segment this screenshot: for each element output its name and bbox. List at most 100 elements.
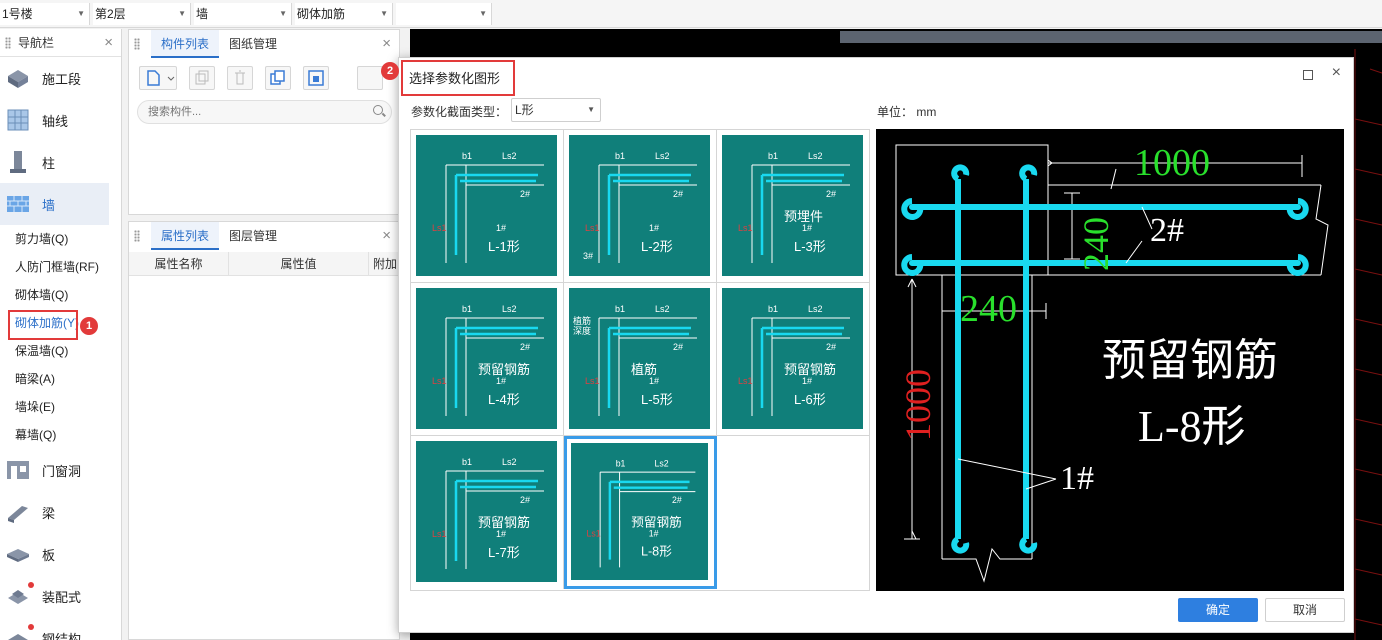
- axis-grid-icon: [6, 108, 30, 132]
- thumb-label: 预埋件: [784, 209, 823, 224]
- rebar-diagram-icon: b1 Ls2 2# 1# Ls1 3# L-2形: [583, 151, 697, 263]
- drag-grip-icon[interactable]: [134, 230, 140, 242]
- close-icon[interactable]: ×: [382, 222, 391, 250]
- thumb-label: L-8形: [641, 545, 672, 559]
- shape-option[interactable]: b1 Ls2 2# 1# Ls1 3# L-2形: [564, 130, 717, 283]
- highlight-box-1: [8, 310, 78, 340]
- maximize-icon[interactable]: [1303, 70, 1313, 80]
- nav-item-steel-structure[interactable]: 钢结构: [0, 617, 121, 640]
- shape-option[interactable]: b1 Ls2 2# 1# Ls1 预留钢筋 L-8形: [564, 436, 717, 589]
- component-list-panel: 构件列表 图纸管理 ×: [128, 29, 400, 215]
- rebar-diagram-icon: b1 Ls2 2# 1# Ls1 L-1形: [432, 151, 544, 263]
- col-property-name: 属性名称: [129, 252, 229, 275]
- thumb-label: 2#: [672, 495, 682, 505]
- shape-option[interactable]: b1 Ls2 2# 1# Ls1 植筋 深度 植筋 L-5形: [564, 283, 717, 436]
- nav-item-slab[interactable]: 板: [0, 533, 121, 575]
- thumb-label: Ls2: [502, 457, 517, 467]
- shape-option[interactable]: b1 Ls2 2# 1# Ls1 L-1形: [411, 130, 564, 283]
- thumb-label: L-7形: [488, 545, 520, 560]
- nav-header: 导航栏 ×: [0, 29, 121, 57]
- copy-to-floor-button[interactable]: [265, 66, 291, 90]
- shape-preview: 1000 240 240 1000 2# 1# 预留钢筋 L-8形: [876, 129, 1344, 591]
- building-select[interactable]: 1号楼 ▼: [0, 3, 90, 25]
- search-input[interactable]: [148, 101, 368, 123]
- unit-label: 单位： mm: [877, 105, 937, 119]
- layer-copy-button[interactable]: [303, 66, 329, 90]
- shape-option[interactable]: b1 Ls2 2# 1# Ls1 预留钢筋 L-6形: [717, 283, 870, 436]
- nav-item-door-window[interactable]: 门窗洞: [0, 449, 121, 491]
- close-icon[interactable]: ×: [104, 29, 113, 57]
- slab-icon: [6, 542, 30, 566]
- component-type-select[interactable]: 砌体加筋 ▼: [295, 3, 393, 25]
- thumb-label: b1: [616, 458, 626, 468]
- thumb-label: 1#: [802, 376, 812, 386]
- copy-component-button[interactable]: [189, 66, 215, 90]
- shape-thumbnail: b1 Ls2 2# 1# Ls1 预留钢筋 L-6形: [722, 288, 863, 429]
- thumb-label: L-2形: [641, 239, 673, 254]
- preview-dim-vertical-240: 240: [1076, 217, 1116, 271]
- shape-option[interactable]: b1 Ls2 2# 1# Ls1 预留钢筋 L-7形: [411, 436, 564, 589]
- section-type-label: 参数化截面类型：: [411, 105, 508, 119]
- nav-item-axis[interactable]: 轴线: [0, 99, 121, 141]
- sub-item-wall-pier[interactable]: 墙垛(E): [0, 393, 121, 421]
- sub-item-civil-defense-wall[interactable]: 人防门框墙(RF): [0, 253, 121, 281]
- preview-rebar-1: 1#: [1060, 460, 1094, 497]
- thumb-label: 2#: [826, 189, 836, 199]
- thumb-label: b1: [462, 457, 472, 467]
- shape-option[interactable]: b1 Ls2 2# 1# Ls1 预埋件 L-3形: [717, 130, 870, 283]
- floor-select[interactable]: 第2层 ▼: [93, 3, 191, 25]
- delete-component-button[interactable]: [227, 66, 253, 90]
- component-name-select[interactable]: ▼: [396, 3, 492, 25]
- cancel-button[interactable]: 取消: [1265, 598, 1345, 622]
- thumb-label: 预留钢筋: [784, 362, 836, 377]
- drag-grip-icon[interactable]: [134, 38, 140, 50]
- sub-item-hidden-beam[interactable]: 暗梁(A): [0, 365, 121, 393]
- category-select[interactable]: 墙 ▼: [194, 3, 292, 25]
- rebar-diagram-icon: b1 Ls2 2# 1# Ls1 预留钢筋 L-8形: [587, 458, 696, 568]
- thumb-label: L-1形: [488, 239, 520, 254]
- sub-item-curtain-wall[interactable]: 幕墙(Q): [0, 421, 121, 449]
- shape-thumbnail: b1 Ls2 2# 1# Ls1 L-1形: [416, 135, 557, 276]
- thumb-label: b1: [615, 151, 625, 161]
- section-type-select[interactable]: L形 ▼: [511, 98, 601, 122]
- thumb-label: 1#: [496, 376, 506, 386]
- nav-item-wall[interactable]: 墙: [0, 183, 109, 225]
- new-component-button[interactable]: [139, 66, 177, 90]
- chevron-down-icon: ▼: [587, 105, 595, 114]
- thumb-label: 2#: [520, 342, 530, 352]
- thumb-label: 深度: [573, 325, 591, 336]
- tab-layer-management[interactable]: 图层管理: [219, 222, 287, 250]
- property-table-header: 属性名称 属性值 附加: [129, 252, 401, 276]
- tab-component-list[interactable]: 构件列表: [151, 30, 220, 58]
- drag-grip-icon[interactable]: [5, 37, 11, 49]
- shape-thumbnail: b1 Ls2 2# 1# Ls1 预留钢筋 L-4形: [416, 288, 557, 429]
- ok-button[interactable]: 确定: [1178, 598, 1258, 622]
- close-icon[interactable]: ×: [1332, 64, 1341, 82]
- nav-item-construction-stage[interactable]: 施工段: [0, 57, 121, 99]
- sub-item-masonry-wall[interactable]: 砌体墙(Q): [0, 281, 121, 309]
- rebar-diagram-icon: b1 Ls22#1#Ls1植筋深度植筋L-5形: [573, 304, 697, 416]
- thumb-label: 1#: [496, 223, 506, 233]
- thumb-label: L-5形: [641, 392, 673, 407]
- nav-item-column[interactable]: 柱: [0, 141, 121, 183]
- nav-item-beam[interactable]: 梁: [0, 491, 121, 533]
- thumb-label: 2#: [826, 342, 836, 352]
- nav-item-prefab[interactable]: 装配式: [0, 575, 121, 617]
- thumb-label: b1: [768, 304, 778, 314]
- sub-item-shear-wall[interactable]: 剪力墙(Q): [0, 225, 121, 253]
- more-tools-button[interactable]: [357, 66, 383, 90]
- shape-option[interactable]: b1 Ls2 2# 1# Ls1 预留钢筋 L-4形: [411, 283, 564, 436]
- search-icon[interactable]: [373, 105, 383, 115]
- thumb-label: 1#: [649, 528, 659, 538]
- thumb-label: 植筋: [573, 315, 591, 326]
- notification-dot: [28, 582, 34, 588]
- tab-drawing-management[interactable]: 图纸管理: [219, 30, 287, 58]
- preview-dim-top: 1000: [1134, 142, 1210, 184]
- thumb-label: Ls1: [738, 376, 753, 386]
- component-search: [137, 100, 392, 124]
- sub-item-insulation-wall[interactable]: 保温墙(Q): [0, 337, 121, 365]
- parametric-shape-dialog: 选择参数化图形 2 × 参数化截面类型： L形 ▼ 单位： mm b1 Ls2 2#…: [381, 57, 1354, 633]
- rebar-diagram-icon: b1 Ls2 2# 1# Ls1 预留钢筋 L-6形: [738, 304, 850, 416]
- close-icon[interactable]: ×: [382, 30, 391, 58]
- tab-property-list[interactable]: 属性列表: [151, 222, 220, 250]
